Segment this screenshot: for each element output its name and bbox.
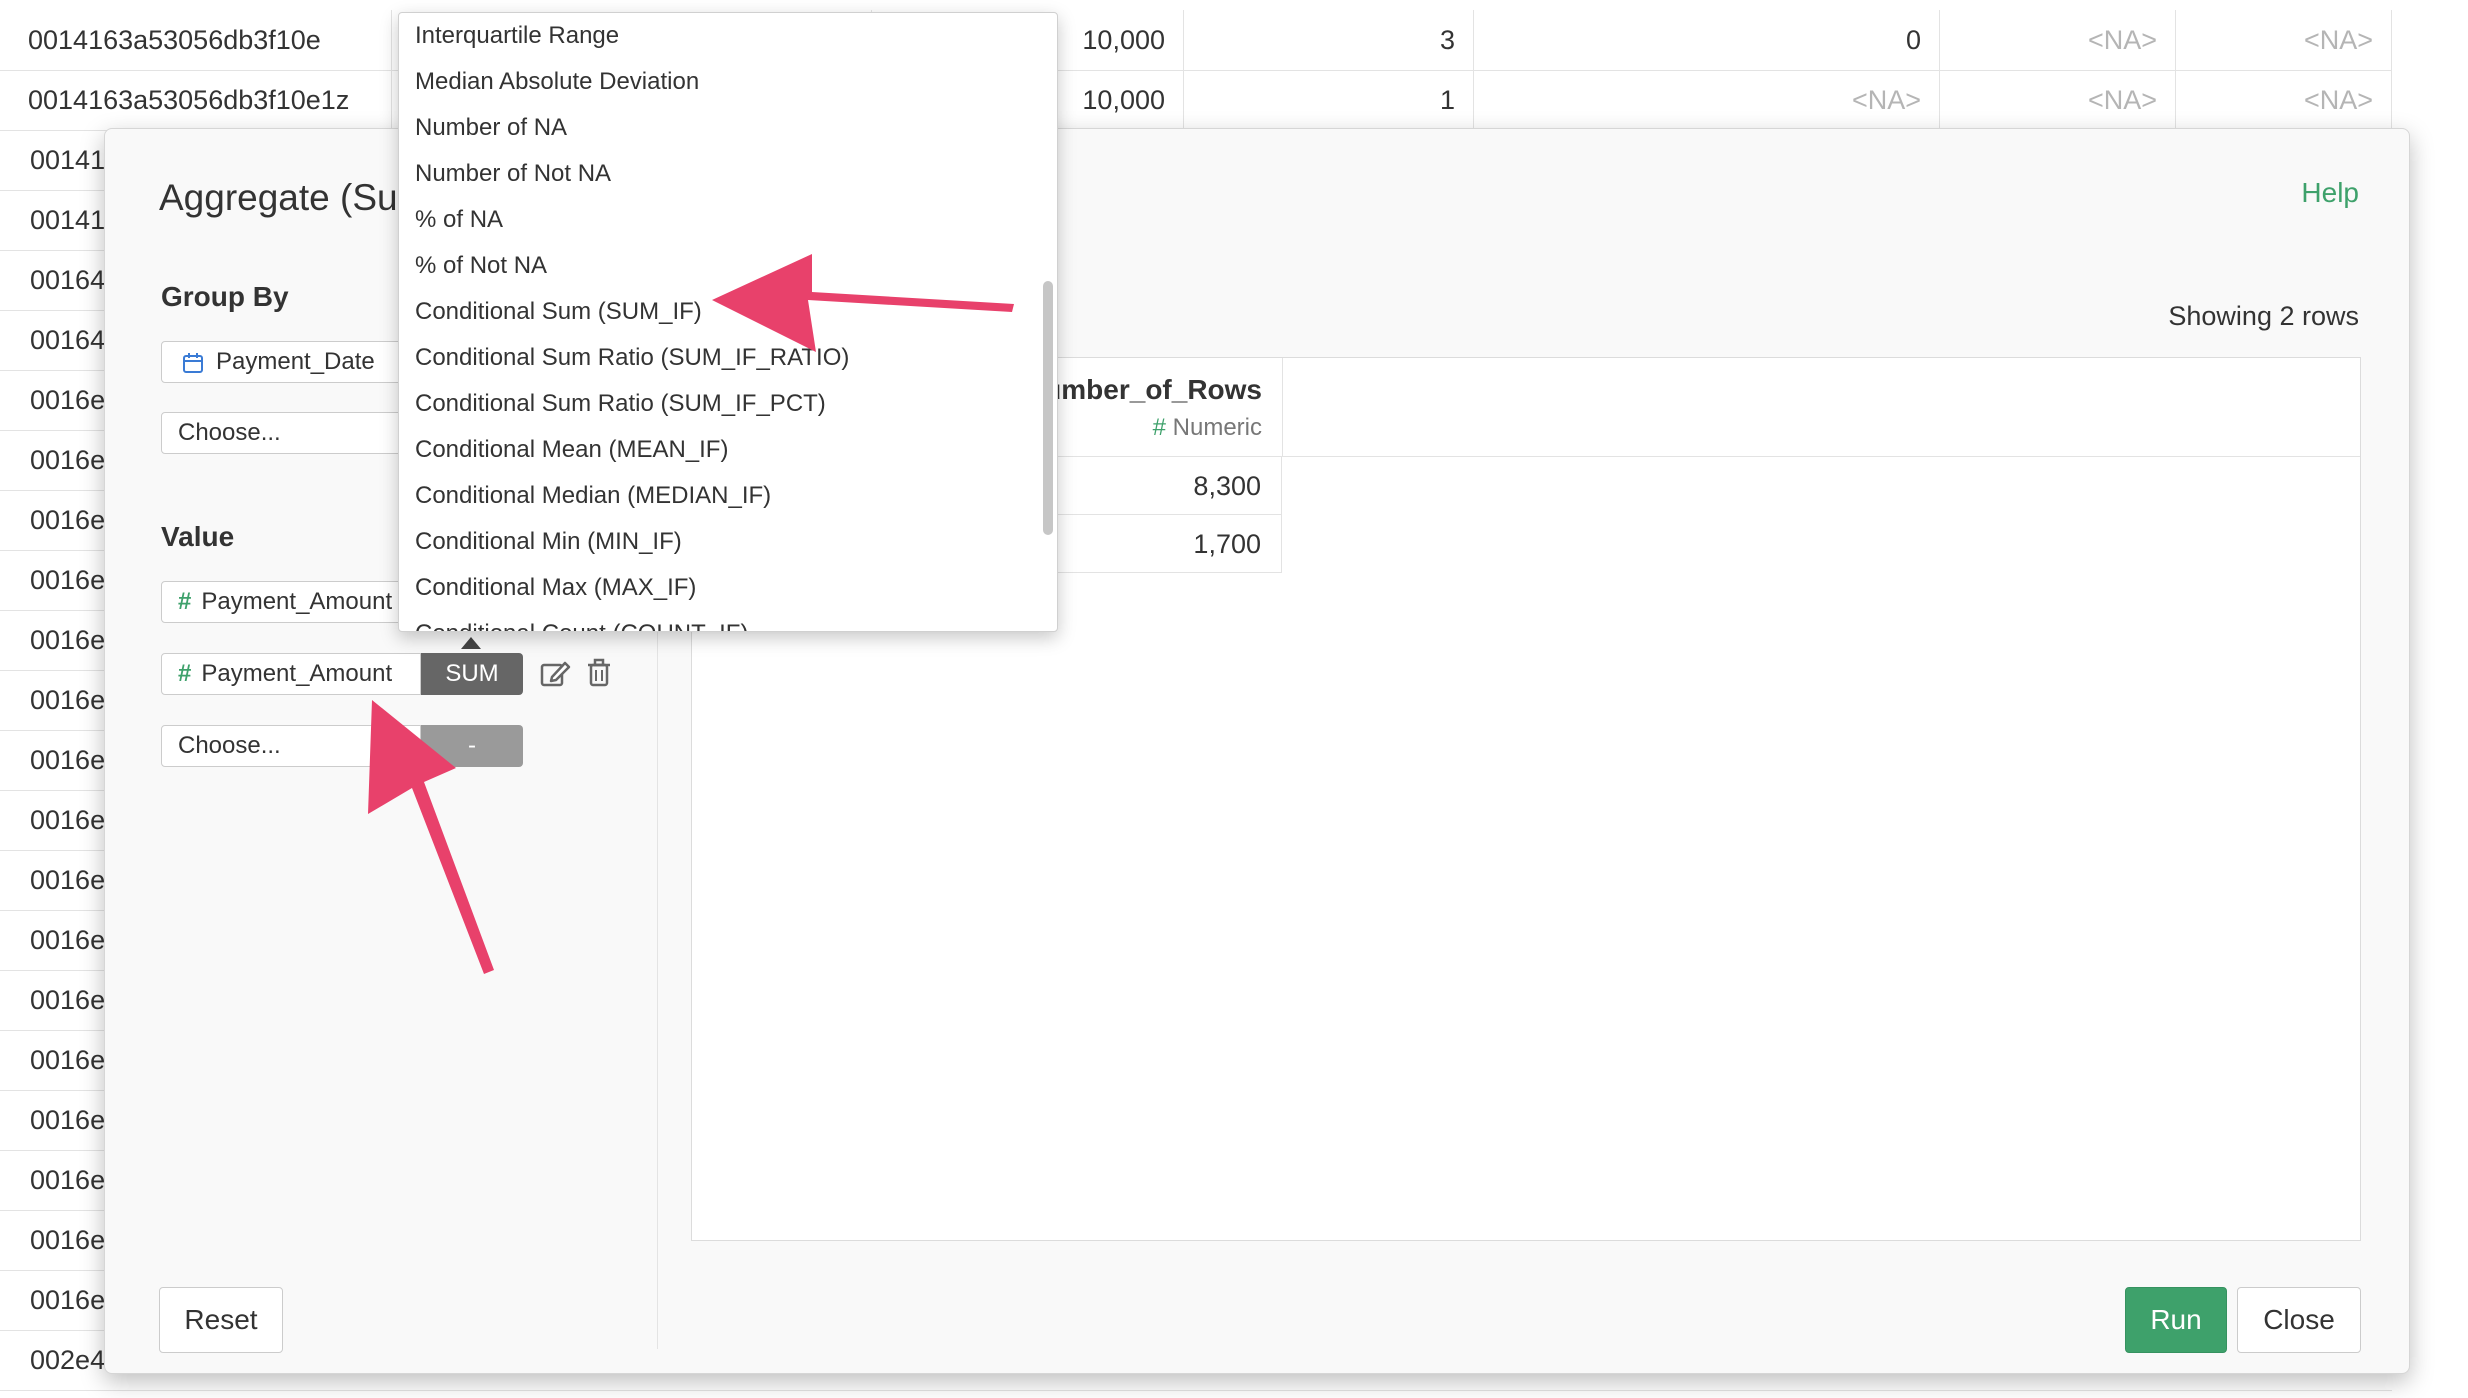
annotation-arrow-right xyxy=(712,254,1014,352)
annotation-arrows xyxy=(368,254,1014,974)
annotation-arrow-up xyxy=(368,700,494,974)
